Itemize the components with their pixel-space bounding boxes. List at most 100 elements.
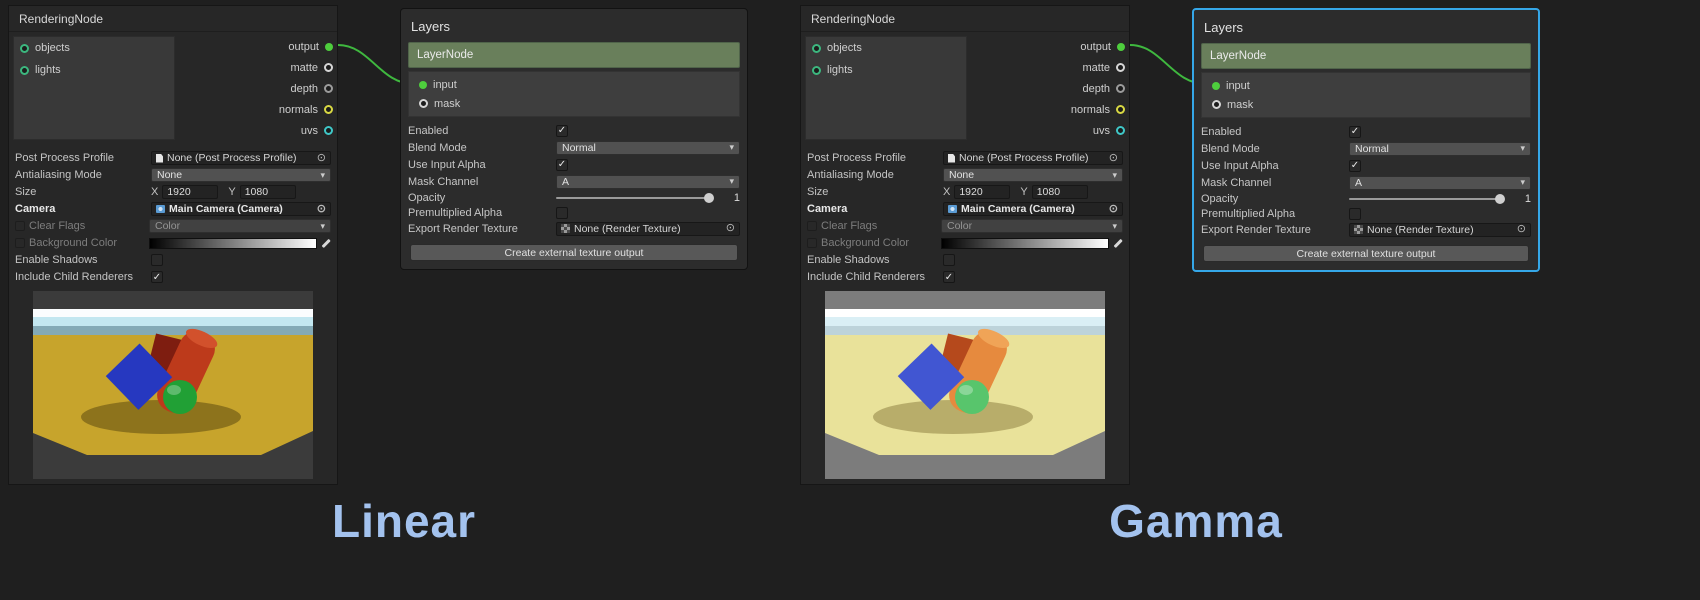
scene-sphere <box>163 380 197 414</box>
port-objects[interactable]: objects <box>806 37 966 59</box>
port-normals[interactable]: normals <box>969 99 1129 120</box>
node-title: RenderingNode <box>801 6 1129 32</box>
clear-flags-dropdown[interactable]: Color ▾ <box>149 219 331 233</box>
background-color-checkbox[interactable] <box>807 238 817 248</box>
layer-node-header[interactable]: LayerNode <box>1201 43 1531 69</box>
port-mask[interactable]: mask <box>413 94 735 113</box>
background-color-checkbox[interactable] <box>15 238 25 248</box>
include-child-renderers-checkbox[interactable]: ✓ <box>151 271 163 283</box>
export-render-texture-field[interactable]: None (Render Texture) ⊙ <box>1349 223 1531 237</box>
color-swatch[interactable] <box>149 238 317 249</box>
property-row: Opacity 1 <box>408 190 740 205</box>
mask-channel-dropdown[interactable]: A ▾ <box>556 175 740 189</box>
premultiplied-alpha-checkbox[interactable] <box>556 207 568 219</box>
object-picker-icon[interactable]: ⊙ <box>317 153 326 164</box>
port-mask[interactable]: mask <box>1206 95 1526 114</box>
property-label: Export Render Texture <box>1201 224 1349 236</box>
panel-title: Layers <box>1201 16 1531 43</box>
port-dot <box>1212 100 1221 109</box>
layers-panel[interactable]: Layers LayerNode input mask Enabled ✓ Bl… <box>1192 8 1540 272</box>
mask-channel-dropdown[interactable]: A ▾ <box>1349 176 1531 190</box>
slider-track[interactable] <box>556 197 706 199</box>
port-matte[interactable]: matte <box>177 57 337 78</box>
opacity-slider[interactable]: 1 <box>1349 193 1531 205</box>
clear-flags-dropdown[interactable]: Color ▾ <box>941 219 1123 233</box>
enabled-checkbox[interactable]: ✓ <box>556 125 568 137</box>
port-dot <box>1116 84 1125 93</box>
enable-shadows-checkbox[interactable] <box>151 254 163 266</box>
include-child-renderers-checkbox[interactable]: ✓ <box>943 271 955 283</box>
property-row: Mask Channel A ▾ <box>1201 174 1531 191</box>
color-swatch[interactable] <box>941 238 1109 249</box>
size-x-input[interactable]: 1920 <box>162 185 218 199</box>
render-preview-image <box>825 291 1105 479</box>
property-label: Camera <box>807 203 943 215</box>
port-lights[interactable]: lights <box>14 59 174 81</box>
port-uvs[interactable]: uvs <box>969 120 1129 141</box>
eyedropper-icon[interactable] <box>1114 239 1123 248</box>
port-matte[interactable]: matte <box>969 57 1129 78</box>
port-input[interactable]: input <box>1206 76 1526 95</box>
port-output[interactable]: output <box>177 36 337 57</box>
port-input[interactable]: input <box>413 75 735 94</box>
slider-handle[interactable] <box>704 193 714 203</box>
property-label: Enabled <box>1201 126 1349 138</box>
rendering-node-panel[interactable]: RenderingNode objects lights output ma <box>800 5 1130 485</box>
object-picker-icon[interactable]: ⊙ <box>1517 224 1526 235</box>
port-objects[interactable]: objects <box>14 37 174 59</box>
opacity-slider[interactable]: 1 <box>556 192 740 204</box>
rendering-node-panel[interactable]: RenderingNode objects lights output ma <box>8 5 338 485</box>
layer-node-header[interactable]: LayerNode <box>408 42 740 68</box>
background-color-field[interactable] <box>941 238 1123 249</box>
render-texture-icon <box>561 224 570 233</box>
object-picker-icon[interactable]: ⊙ <box>1109 153 1118 164</box>
size-y-input[interactable]: 1080 <box>240 185 296 199</box>
post-process-profile-field[interactable]: None (Post Process Profile) ⊙ <box>943 151 1123 165</box>
eyedropper-icon[interactable] <box>322 239 331 248</box>
property-label: Blend Mode <box>408 142 556 154</box>
chevron-down-icon: ▾ <box>320 221 325 232</box>
use-input-alpha-checkbox[interactable]: ✓ <box>556 159 568 171</box>
size-y-input[interactable]: 1080 <box>1032 185 1088 199</box>
clear-flags-checkbox[interactable] <box>15 221 25 231</box>
port-dot <box>324 126 333 135</box>
antialiasing-mode-dropdown[interactable]: None ▾ <box>151 168 331 182</box>
camera-field[interactable]: Main Camera (Camera) ⊙ <box>151 202 331 216</box>
export-render-texture-field[interactable]: None (Render Texture) ⊙ <box>556 222 740 236</box>
slider-handle[interactable] <box>1495 194 1505 204</box>
object-picker-icon[interactable]: ⊙ <box>317 204 326 215</box>
enabled-checkbox[interactable]: ✓ <box>1349 126 1361 138</box>
clear-flags-checkbox[interactable] <box>807 221 817 231</box>
blend-mode-dropdown[interactable]: Normal ▾ <box>556 141 740 155</box>
blend-mode-dropdown[interactable]: Normal ▾ <box>1349 142 1531 156</box>
premultiplied-alpha-checkbox[interactable] <box>1349 208 1361 220</box>
slider-track[interactable] <box>1349 198 1497 200</box>
property-row: Clear Flags Color ▾ <box>15 218 331 234</box>
object-picker-icon[interactable]: ⊙ <box>726 223 735 234</box>
port-label: mask <box>1227 99 1253 111</box>
port-lights[interactable]: lights <box>806 59 966 81</box>
port-normals[interactable]: normals <box>177 99 337 120</box>
post-process-profile-field[interactable]: None (Post Process Profile) ⊙ <box>151 151 331 165</box>
enable-shadows-checkbox[interactable] <box>943 254 955 266</box>
port-depth[interactable]: depth <box>969 78 1129 99</box>
port-uvs[interactable]: uvs <box>177 120 337 141</box>
port-output[interactable]: output <box>969 36 1129 57</box>
antialiasing-mode-dropdown[interactable]: None ▾ <box>943 168 1123 182</box>
port-label: lights <box>35 64 61 76</box>
port-depth[interactable]: depth <box>177 78 337 99</box>
property-label: Post Process Profile <box>15 152 151 164</box>
property-row: Camera Main Camera (Camera) ⊙ <box>15 201 331 217</box>
camera-field[interactable]: Main Camera (Camera) ⊙ <box>943 202 1123 216</box>
size-x-label: X <box>943 186 950 198</box>
use-input-alpha-checkbox[interactable]: ✓ <box>1349 160 1361 172</box>
property-row: Blend Mode Normal ▾ <box>1201 140 1531 157</box>
port-dot <box>324 105 333 114</box>
create-external-texture-button[interactable]: Create external texture output <box>1203 245 1530 262</box>
size-x-input[interactable]: 1920 <box>954 185 1010 199</box>
background-color-field[interactable] <box>149 238 331 249</box>
create-external-texture-button[interactable]: Create external texture output <box>410 244 739 261</box>
input-ports-box: objects lights <box>805 36 967 140</box>
layers-panel[interactable]: Layers LayerNode input mask Enabled ✓ Bl… <box>400 8 748 270</box>
object-picker-icon[interactable]: ⊙ <box>1109 204 1118 215</box>
